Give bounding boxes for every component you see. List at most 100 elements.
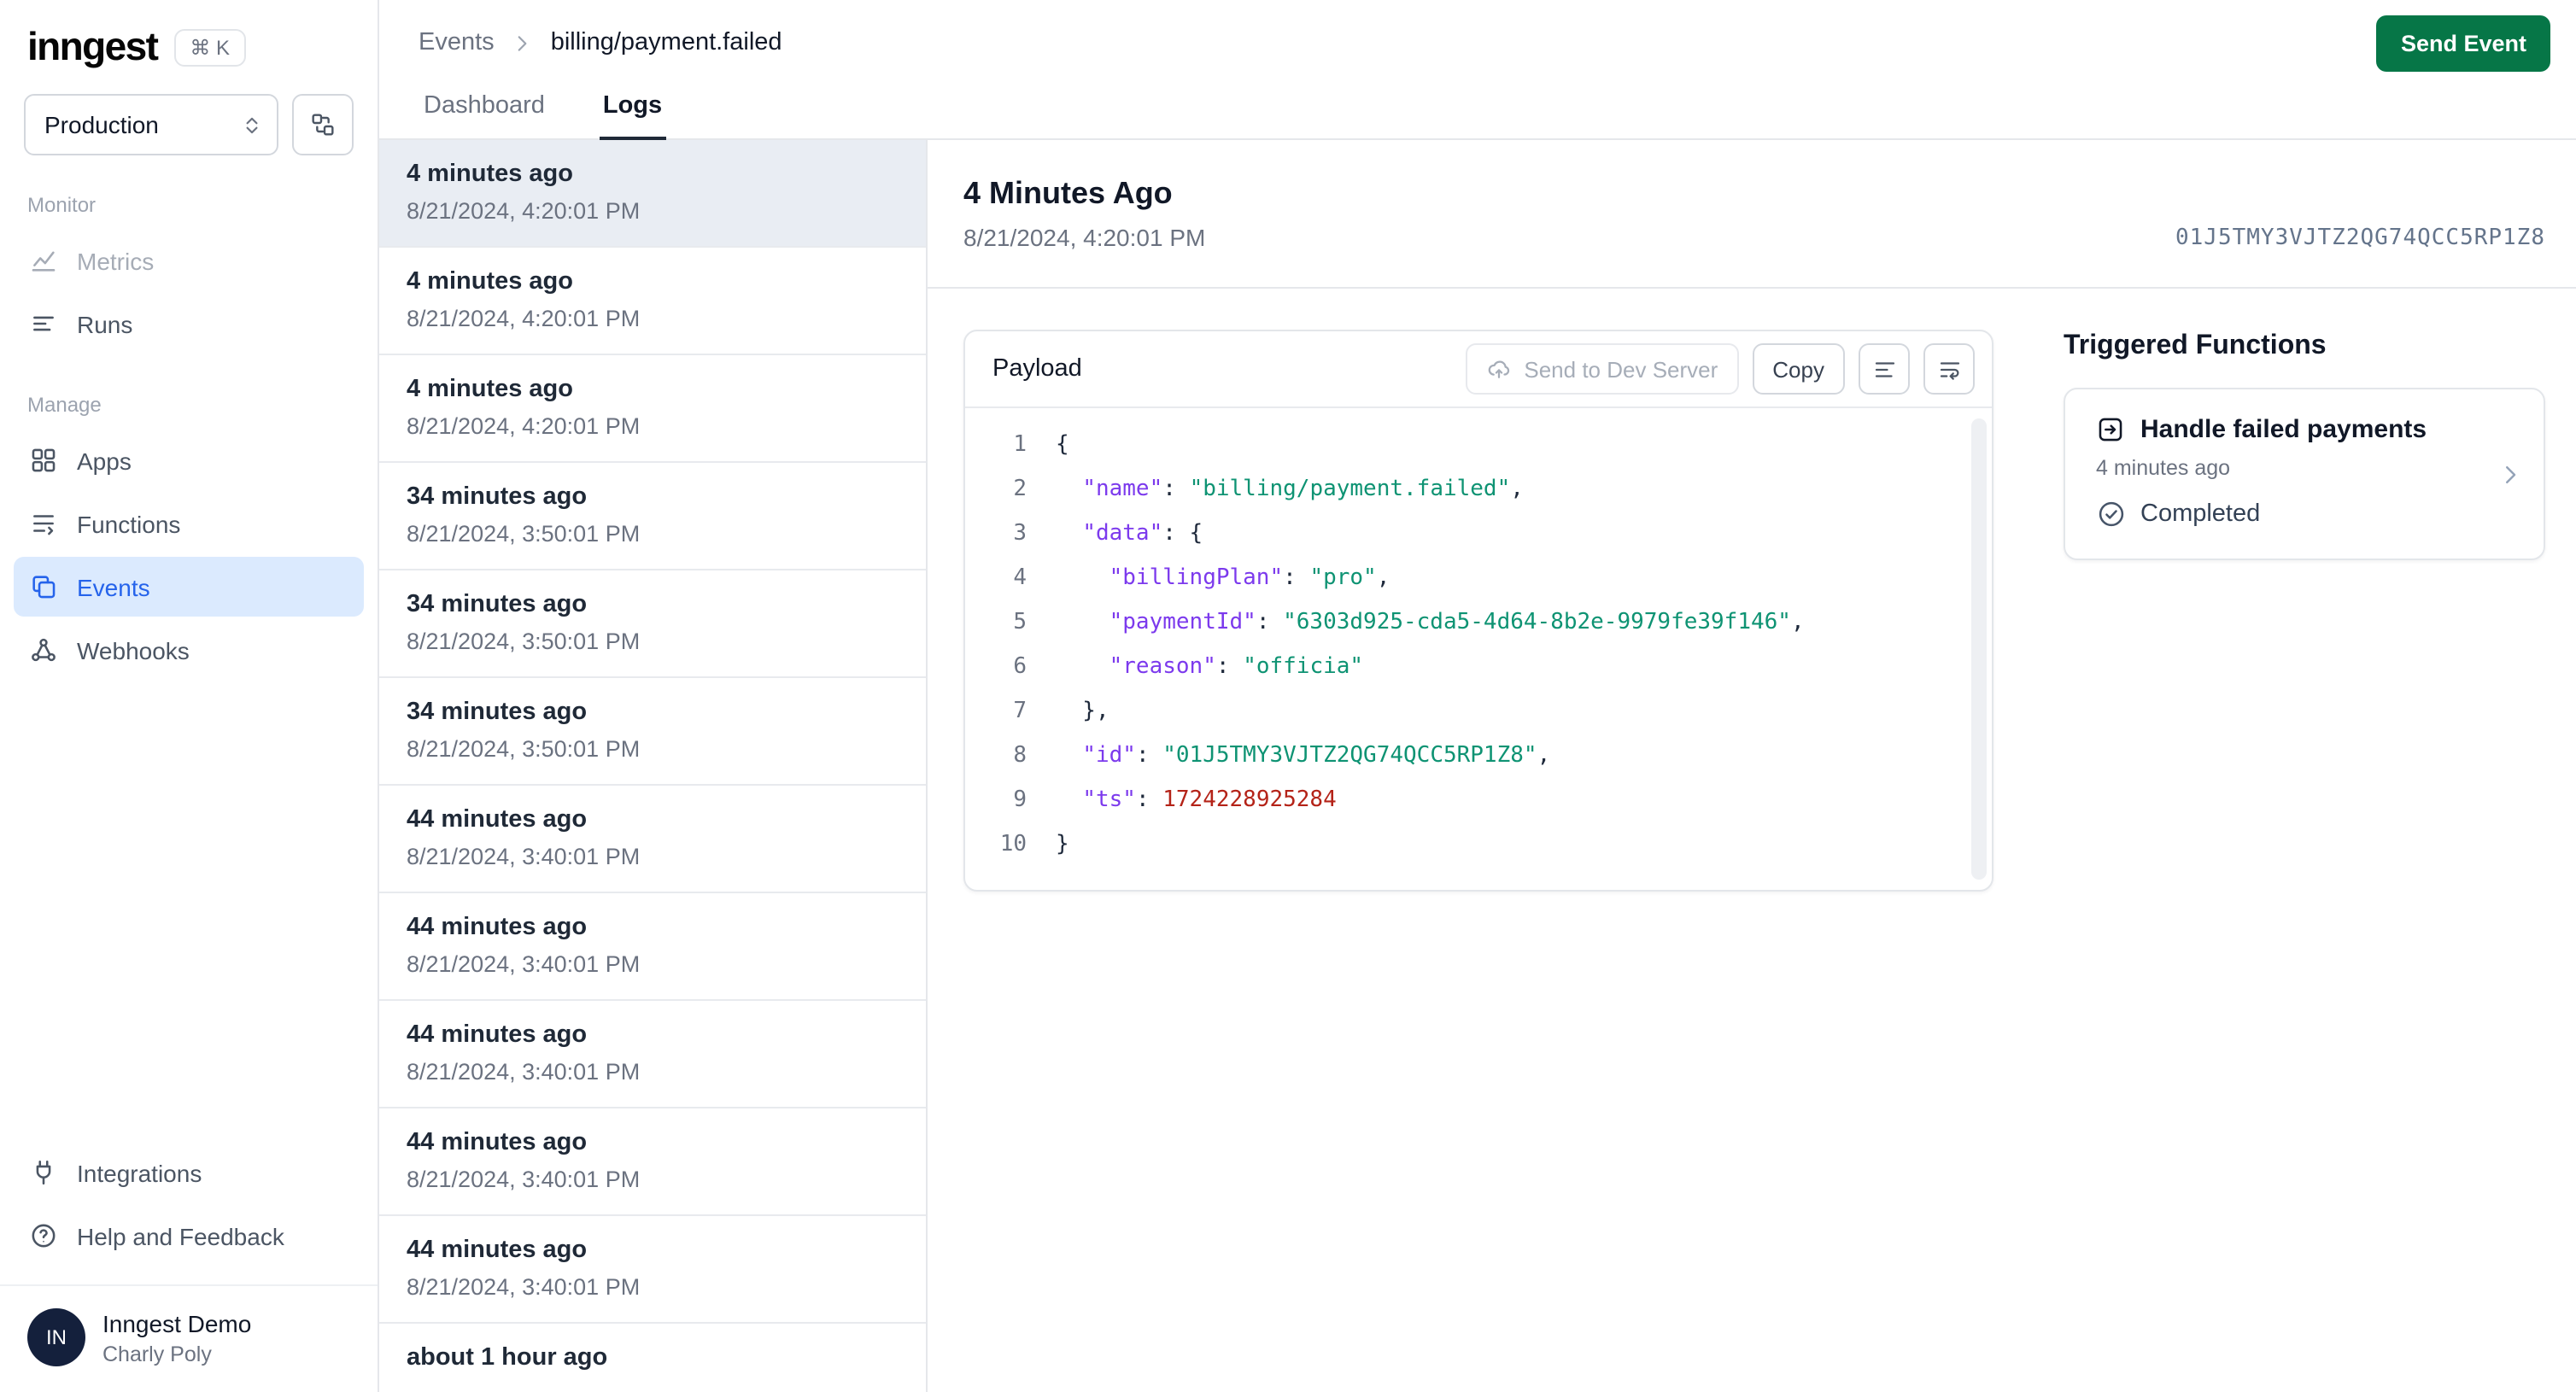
line-number: 2 (1013, 477, 1027, 502)
event-relative-time: 44 minutes ago (407, 914, 588, 941)
breadcrumb-events-link[interactable]: Events (419, 29, 495, 56)
payload-card: Payload Send to Dev Server Copy 1 {2 "n… (963, 330, 1993, 892)
user-subtitle: Charly Poly (102, 1342, 212, 1366)
sidebar-item-label: Events (77, 573, 150, 600)
main-area: Events billing/payment.failed Send Event… (379, 0, 2576, 1392)
code-line: 1{ (965, 424, 1958, 468)
environment-selector[interactable]: Production (24, 94, 278, 155)
environments-button[interactable] (292, 94, 354, 155)
sidebar-item-functions[interactable]: Functions (14, 494, 364, 553)
events-icon (29, 572, 58, 601)
event-detail-title: 4 Minutes Ago (963, 176, 1173, 210)
triggered-function-card[interactable]: Handle failed payments 4 minutes ago Com… (2064, 388, 2545, 560)
tab-dashboard[interactable]: Dashboard (420, 85, 548, 140)
event-relative-time: about 1 hour ago (407, 1344, 608, 1372)
tab-logs[interactable]: Logs (599, 85, 666, 140)
send-event-button[interactable]: Send Event (2376, 15, 2550, 71)
code-line: 10} (965, 823, 1958, 868)
code-line: 6 "reason": "officia" (965, 646, 1958, 690)
sidebar-item-label: Functions (77, 510, 181, 537)
function-name: Handle failed payments (2140, 415, 2427, 444)
copy-button[interactable]: Copy (1752, 343, 1845, 395)
format-button[interactable] (1859, 343, 1910, 395)
event-list-item[interactable]: 44 minutes ago 8/21/2024, 3:40:01 PM (379, 893, 926, 1001)
event-id: 01J5TMY3VJTZ2QG74QCC5RP1Z8 (2175, 225, 2545, 251)
event-list-item[interactable]: 4 minutes ago 8/21/2024, 4:20:01 PM (379, 140, 926, 248)
code-line: 9 "ts": 1724228925284 (965, 779, 1958, 823)
event-detail-titles: 4 Minutes Ago 8/21/2024, 4:20:01 PM (963, 174, 1205, 253)
topbar: Events billing/payment.failed Send Event (379, 0, 2576, 85)
code-scrollbar[interactable] (1971, 418, 1987, 880)
event-timestamp: 8/21/2024, 3:40:01 PM (407, 951, 641, 977)
event-relative-time: 44 minutes ago (407, 806, 588, 833)
event-list-item[interactable]: 44 minutes ago 8/21/2024, 3:40:01 PM (379, 1001, 926, 1108)
event-list-item[interactable]: 34 minutes ago 8/21/2024, 3:50:01 PM (379, 678, 926, 786)
user-name: Inngest Demo (102, 1309, 252, 1336)
word-wrap-button[interactable] (1923, 343, 1975, 395)
event-timestamp: 8/21/2024, 3:40:01 PM (407, 1059, 641, 1085)
event-relative-time: 34 minutes ago (407, 699, 588, 726)
event-detail-timestamp: 8/21/2024, 4:20:01 PM (963, 224, 1206, 251)
sidebar-item-runs[interactable]: Runs (14, 294, 364, 354)
send-to-dev-server-button[interactable]: Send to Dev Server (1466, 343, 1739, 395)
event-timestamp: 8/21/2024, 3:50:01 PM (407, 521, 641, 547)
chevron-right-icon (2497, 461, 2523, 487)
apps-icon (29, 446, 58, 475)
event-relative-time: 34 minutes ago (407, 591, 588, 618)
function-icon (2096, 415, 2125, 444)
logo-row: inngest ⌘ K (0, 0, 378, 87)
event-relative-time: 4 minutes ago (407, 376, 573, 403)
sidebar-item-label: Integrations (77, 1159, 202, 1186)
event-list-item[interactable]: about 1 hour ago (379, 1324, 926, 1392)
code-line: 4 "billingPlan": "pro", (965, 557, 1958, 601)
user-info: Inngest Demo Charly Poly (102, 1309, 251, 1366)
wrap-text-icon (1936, 356, 1962, 382)
event-list-item[interactable]: 44 minutes ago 8/21/2024, 3:40:01 PM (379, 1216, 926, 1324)
line-number: 1 (1013, 432, 1027, 458)
breadcrumb: Events billing/payment.failed (419, 29, 782, 56)
environments-icon (309, 111, 337, 138)
sidebar: inngest ⌘ K Production Monitor Metrics R… (0, 0, 379, 1392)
breadcrumb-current: billing/payment.failed (550, 29, 782, 56)
code-line: 3 "data": { (965, 512, 1958, 557)
event-timestamp: 8/21/2024, 4:20:01 PM (407, 306, 641, 331)
payload-code-wrap: 1{2 "name": "billing/payment.failed", 3 "… (965, 408, 1992, 890)
event-timestamp: 8/21/2024, 3:50:01 PM (407, 629, 641, 654)
user-menu[interactable]: IN Inngest Demo Charly Poly (0, 1284, 378, 1392)
event-relative-time: 34 minutes ago (407, 483, 588, 511)
event-list-item[interactable]: 44 minutes ago 8/21/2024, 3:40:01 PM (379, 786, 926, 893)
event-list-item[interactable]: 4 minutes ago 8/21/2024, 4:20:01 PM (379, 355, 926, 463)
inngest-logo: inngest (27, 24, 159, 68)
line-number: 9 (1013, 787, 1027, 813)
sidebar-item-webhooks[interactable]: Webhooks (14, 620, 364, 680)
command-k-shortcut[interactable]: ⌘ K (174, 28, 246, 66)
environment-row: Production (0, 87, 378, 155)
check-circle-icon (2096, 499, 2127, 529)
sidebar-item-label: Help and Feedback (77, 1222, 284, 1249)
code-line: 2 "name": "billing/payment.failed", (965, 468, 1958, 512)
code-line: 5 "paymentId": "6303d925-cda5-4d64-8b2e-… (965, 601, 1958, 646)
line-number: 5 (1013, 610, 1027, 635)
sidebar-item-metrics[interactable]: Metrics (14, 231, 364, 290)
event-list-item[interactable]: 34 minutes ago 8/21/2024, 3:50:01 PM (379, 570, 926, 678)
payload-column: Payload Send to Dev Server Copy 1 {2 "n… (963, 330, 1993, 892)
line-number: 7 (1013, 699, 1027, 724)
event-list-item[interactable]: 44 minutes ago 8/21/2024, 3:40:01 PM (379, 1108, 926, 1216)
event-list-item[interactable]: 4 minutes ago 8/21/2024, 4:20:01 PM (379, 248, 926, 355)
detail-body: Payload Send to Dev Server Copy 1 {2 "n… (963, 289, 2545, 892)
event-relative-time: 44 minutes ago (407, 1237, 588, 1264)
sidebar-item-integrations[interactable]: Integrations (14, 1143, 364, 1202)
sidebar-item-apps[interactable]: Apps (14, 430, 364, 490)
line-number: 4 (1013, 565, 1027, 591)
align-left-icon (1871, 356, 1897, 382)
event-timestamp: 8/21/2024, 3:40:01 PM (407, 844, 641, 869)
event-list-item[interactable]: 34 minutes ago 8/21/2024, 3:50:01 PM (379, 463, 926, 570)
avatar: IN (27, 1308, 85, 1366)
line-number: 10 (999, 832, 1027, 857)
sidebar-section-monitor: Monitor (27, 193, 97, 217)
sidebar-item-events[interactable]: Events (14, 557, 364, 617)
tab-bar: Dashboard Logs (379, 85, 2576, 140)
event-relative-time: 4 minutes ago (407, 161, 573, 188)
event-timestamp: 8/21/2024, 3:50:01 PM (407, 736, 641, 762)
sidebar-item-help-feedback[interactable]: Help and Feedback (14, 1206, 364, 1266)
